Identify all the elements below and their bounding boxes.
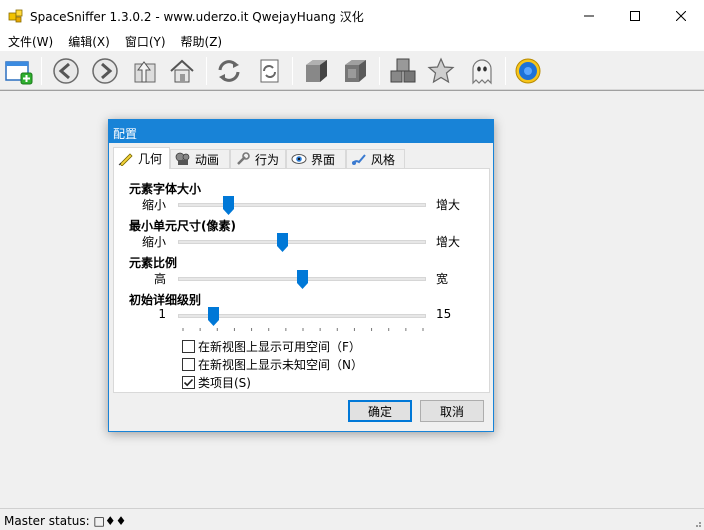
aspect-ratio-slider[interactable] xyxy=(297,270,308,289)
status-text: Master status: □♦♦ xyxy=(4,514,127,528)
brush-icon xyxy=(351,152,367,166)
tab-animation[interactable]: 动画 xyxy=(170,149,230,168)
show-free-space-checkbox[interactable]: 在新视图上显示可用空间（F） xyxy=(182,338,361,355)
font-size-track xyxy=(178,203,426,207)
cancel-button[interactable]: 取消 xyxy=(420,400,484,422)
font-size-max-label: 增大 xyxy=(436,198,461,212)
wrench-icon xyxy=(235,152,251,166)
tab-geometry[interactable]: 几何 xyxy=(113,147,170,169)
ghost-icon[interactable] xyxy=(466,55,498,87)
min-cell-size-track xyxy=(178,240,426,244)
menu-bar: 文件(W) 编辑(X) 窗口(Y) 帮助(Z) xyxy=(0,31,704,51)
minimize-button[interactable] xyxy=(566,0,612,31)
window-title: SpaceSniffer 1.3.0.2 - www.uderzo.it Qwe… xyxy=(30,10,364,24)
tab-behavior[interactable]: 行为 xyxy=(230,149,286,168)
resize-grip-icon[interactable] xyxy=(692,518,702,528)
eye-icon xyxy=(291,152,307,166)
new-view-icon[interactable] xyxy=(3,55,35,87)
settings-icon[interactable] xyxy=(512,55,544,87)
checkmark-icon xyxy=(183,378,194,387)
detail-level-ticks xyxy=(182,328,424,331)
title-bar[interactable]: SpaceSniffer 1.3.0.2 - www.uderzo.it Qwe… xyxy=(0,0,704,31)
toolbar xyxy=(0,52,704,90)
forward-icon[interactable] xyxy=(89,55,121,87)
app-icon xyxy=(8,8,24,24)
settings-dialog: 配置 几何 动画 行为 界面 风格 元素字体大小 缩小 增大 最小单元尺寸(像素… xyxy=(108,119,494,432)
up-icon[interactable] xyxy=(128,55,160,87)
close-button[interactable] xyxy=(658,0,704,31)
aspect-ratio-max-label: 宽 xyxy=(436,272,449,286)
tab-style[interactable]: 风格 xyxy=(346,149,405,168)
font-size-label: 元素字体大小 xyxy=(129,182,202,196)
maximize-button[interactable] xyxy=(612,0,658,31)
detail-level-min-label: 1 xyxy=(158,307,166,321)
aspect-ratio-min-label: 高 xyxy=(153,272,166,286)
boxes-icon[interactable] xyxy=(387,55,419,87)
detail-level-max-label: 15 xyxy=(436,307,452,321)
refresh-icon[interactable] xyxy=(213,55,245,87)
min-cell-size-label: 最小单元尺寸(像素) xyxy=(129,219,236,233)
show-free-space-label: 在新视图上显示可用空间（F） xyxy=(198,340,361,354)
home-icon[interactable] xyxy=(166,55,198,87)
detail-level-slider[interactable] xyxy=(208,307,220,326)
class-items-label: 类项目(S) xyxy=(198,376,251,390)
detail-level-label: 初始详细级别 xyxy=(129,293,202,307)
show-unknown-space-checkbox[interactable]: 在新视图上显示未知空间（N） xyxy=(182,356,363,373)
show-unknown-space-label: 在新视图上显示未知空间（N） xyxy=(198,358,363,372)
min-cell-size-slider[interactable] xyxy=(277,233,289,252)
font-size-slider[interactable] xyxy=(222,196,234,215)
menu-window[interactable]: 窗口(Y) xyxy=(117,31,173,51)
checkbox-box[interactable] xyxy=(182,340,195,353)
min-cell-size-max-label: 增大 xyxy=(436,235,461,249)
status-bar: Master status: □♦♦ xyxy=(0,508,704,530)
tab-strip: 几何 动画 行为 界面 风格 xyxy=(113,147,489,169)
dialog-title: 配置 xyxy=(113,127,138,141)
font-size-min-label: 缩小 xyxy=(141,198,166,212)
back-icon[interactable] xyxy=(50,55,82,87)
zoom-out-icon[interactable] xyxy=(339,55,371,87)
checkbox-box[interactable] xyxy=(182,376,195,389)
star-icon[interactable] xyxy=(425,55,457,87)
checkbox-box[interactable] xyxy=(182,358,195,371)
ruler-pen-icon xyxy=(118,152,134,167)
zoom-in-icon[interactable] xyxy=(300,55,332,87)
aspect-ratio-label: 元素比例 xyxy=(129,256,178,270)
film-icon xyxy=(175,152,191,166)
min-cell-size-min-label: 缩小 xyxy=(141,235,166,249)
class-items-checkbox[interactable]: 类项目(S) xyxy=(182,374,251,391)
refresh-selected-icon[interactable] xyxy=(253,55,285,87)
ok-button[interactable]: 确定 xyxy=(348,400,412,422)
tab-interface[interactable]: 界面 xyxy=(286,149,346,168)
menu-help[interactable]: 帮助(Z) xyxy=(173,31,230,51)
dialog-title-bar[interactable]: 配置 xyxy=(109,120,493,143)
menu-edit[interactable]: 编辑(X) xyxy=(60,31,117,51)
menu-file[interactable]: 文件(W) xyxy=(0,31,60,51)
tab-panel-geometry: 元素字体大小 缩小 增大 最小单元尺寸(像素) 缩小 增大 元素比例 高 宽 初… xyxy=(113,168,490,393)
